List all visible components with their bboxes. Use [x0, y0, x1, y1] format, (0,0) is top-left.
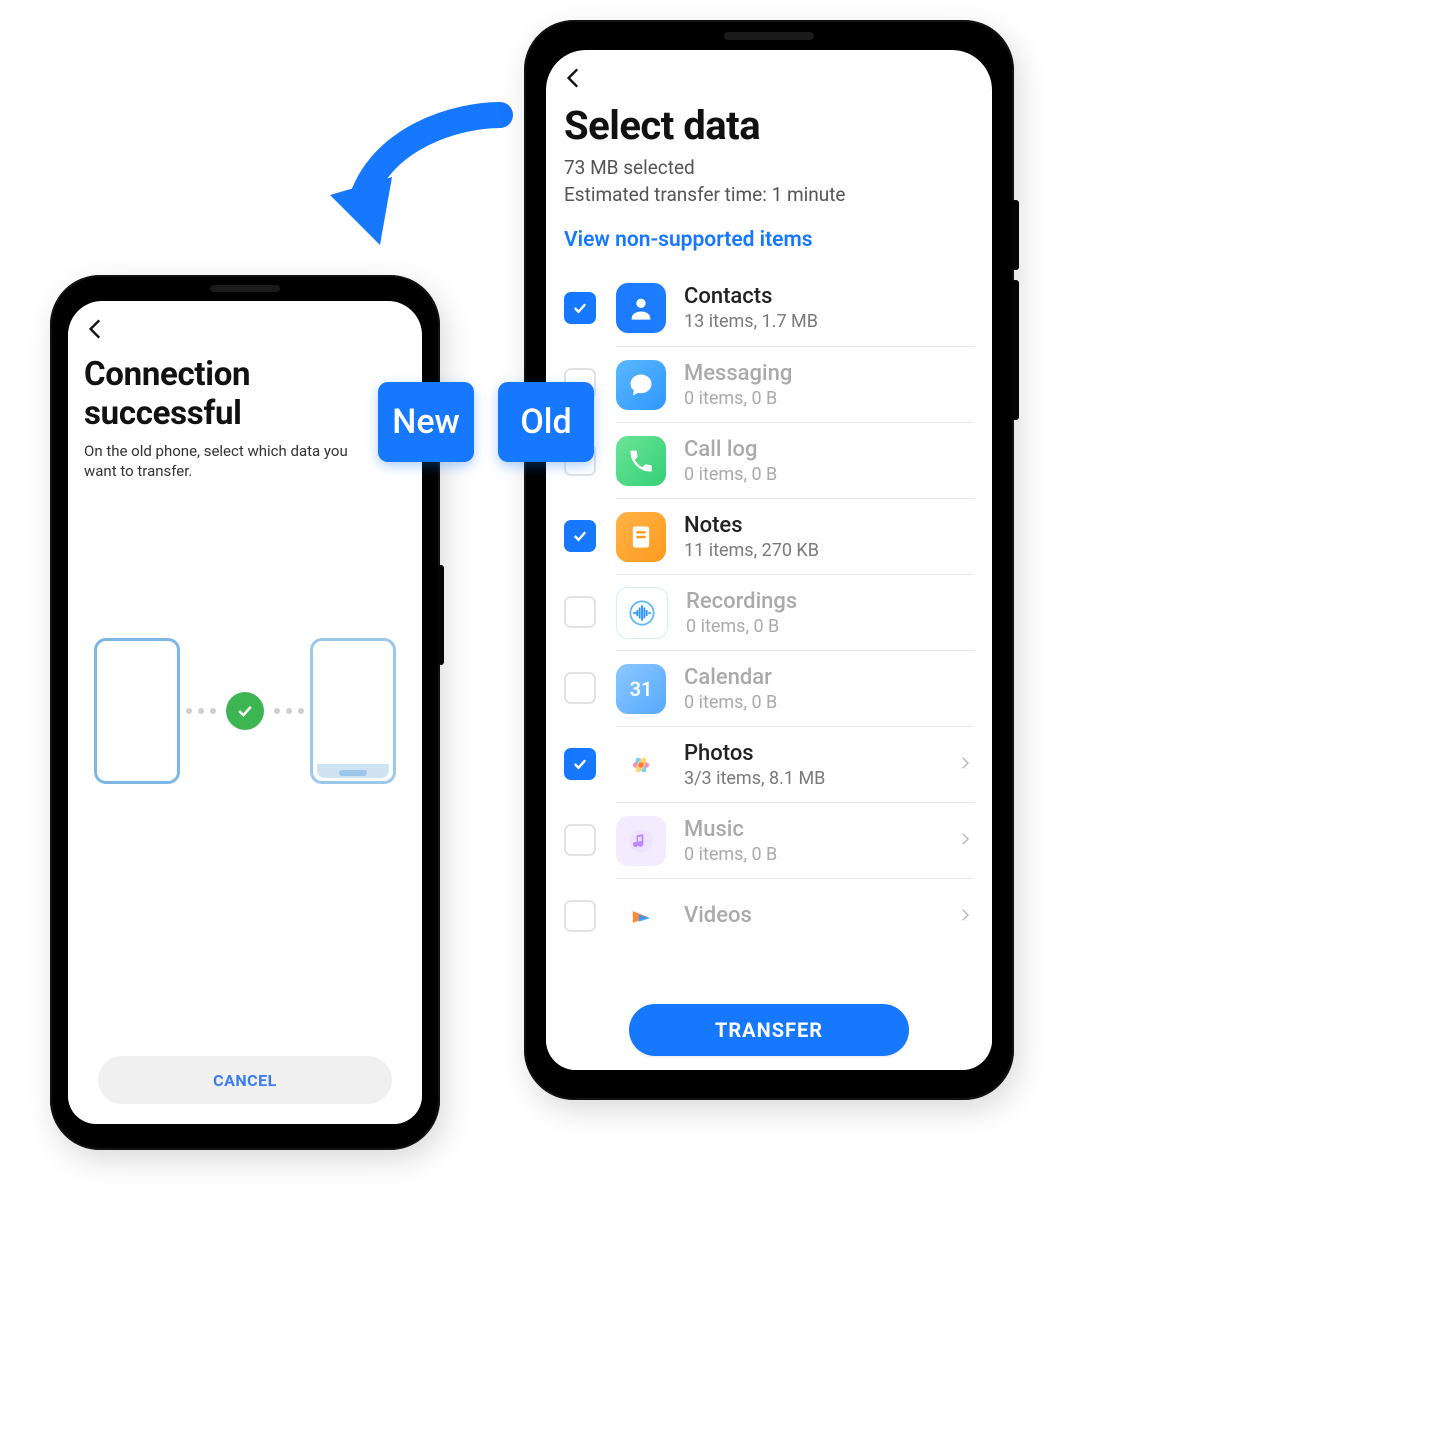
- item-title: Messaging: [684, 361, 974, 386]
- item-subtitle: 0 items, 0 B: [684, 692, 974, 713]
- list-item-photos[interactable]: Photos3/3 items, 8.1 MB: [564, 726, 974, 802]
- label-old: Old: [498, 382, 594, 462]
- checkbox-notes[interactable]: [564, 520, 596, 552]
- recordings-icon: [616, 587, 668, 639]
- chevron-right-icon: [956, 906, 974, 928]
- item-subtitle: 13 items, 1.7 MB: [684, 311, 974, 332]
- transfer-direction-arrow: [320, 95, 520, 275]
- videos-icon: [616, 892, 666, 942]
- page-title: Connection successful: [84, 355, 406, 433]
- item-subtitle: 0 items, 0 B: [684, 388, 974, 409]
- phone-old-screen: Select data 73 MB selected Estimated tra…: [546, 50, 992, 1070]
- estimated-time: Estimated transfer time: 1 minute: [564, 182, 974, 209]
- checkbox-calendar[interactable]: [564, 672, 596, 704]
- data-type-list: Contacts13 items, 1.7 MBMessaging0 items…: [564, 270, 974, 954]
- music-icon: [616, 816, 666, 866]
- photos-icon: [616, 740, 666, 790]
- calllog-icon: [616, 436, 666, 486]
- item-subtitle: 11 items, 270 KB: [684, 540, 974, 561]
- item-subtitle: 3/3 items, 8.1 MB: [684, 768, 948, 789]
- connection-illustration: [68, 621, 422, 801]
- list-item-videos[interactable]: Videos: [564, 878, 974, 954]
- checkbox-photos[interactable]: [564, 748, 596, 780]
- illustration-phone-right: [310, 638, 396, 784]
- item-title: Calendar: [684, 665, 974, 690]
- item-subtitle: 0 items, 0 B: [686, 616, 974, 637]
- checkbox-recordings[interactable]: [564, 596, 596, 628]
- checkbox-contacts[interactable]: [564, 292, 596, 324]
- page-title: Select data: [564, 102, 974, 149]
- list-item-messaging[interactable]: Messaging0 items, 0 B: [564, 346, 974, 422]
- chevron-right-icon: [956, 830, 974, 852]
- item-title: Videos: [684, 903, 948, 928]
- label-new: New: [378, 382, 474, 462]
- cancel-button-label: CANCEL: [213, 1071, 277, 1090]
- calendar-icon: 31: [616, 664, 666, 714]
- contacts-icon: [616, 283, 666, 333]
- notes-icon: [616, 512, 666, 562]
- list-item-calendar[interactable]: 31 Calendar0 items, 0 B: [564, 650, 974, 726]
- selected-size: 73 MB selected: [564, 155, 974, 182]
- item-title: Photos: [684, 741, 948, 766]
- list-item-calllog[interactable]: Call log0 items, 0 B: [564, 422, 974, 498]
- back-button[interactable]: [552, 56, 596, 100]
- checkbox-videos[interactable]: [564, 900, 596, 932]
- item-title: Contacts: [684, 284, 974, 309]
- item-title: Notes: [684, 513, 974, 538]
- chevron-right-icon: [956, 754, 974, 776]
- item-title: Recordings: [686, 589, 974, 614]
- checkmark-icon: [226, 692, 264, 730]
- list-item-notes[interactable]: Notes11 items, 270 KB: [564, 498, 974, 574]
- illustration-phone-left: [94, 638, 180, 784]
- list-item-recordings[interactable]: Recordings0 items, 0 B: [564, 574, 974, 650]
- phone-old: Select data 73 MB selected Estimated tra…: [524, 20, 1014, 1100]
- view-unsupported-link[interactable]: View non-supported items: [564, 228, 974, 252]
- checkbox-music[interactable]: [564, 824, 596, 856]
- list-item-contacts[interactable]: Contacts13 items, 1.7 MB: [564, 270, 974, 346]
- cancel-button[interactable]: CANCEL: [98, 1056, 392, 1104]
- back-button[interactable]: [74, 307, 118, 351]
- list-item-music[interactable]: Music0 items, 0 B: [564, 802, 974, 878]
- transfer-button-label: TRANSFER: [715, 1018, 823, 1042]
- transfer-button[interactable]: TRANSFER: [629, 1004, 909, 1056]
- item-title: Music: [684, 817, 948, 842]
- item-subtitle: 0 items, 0 B: [684, 844, 948, 865]
- page-subtitle: On the old phone, select which data you …: [84, 441, 384, 482]
- phone-new-screen: Connection successful On the old phone, …: [68, 301, 422, 1124]
- item-subtitle: 0 items, 0 B: [684, 464, 974, 485]
- item-title: Call log: [684, 437, 974, 462]
- messaging-icon: [616, 360, 666, 410]
